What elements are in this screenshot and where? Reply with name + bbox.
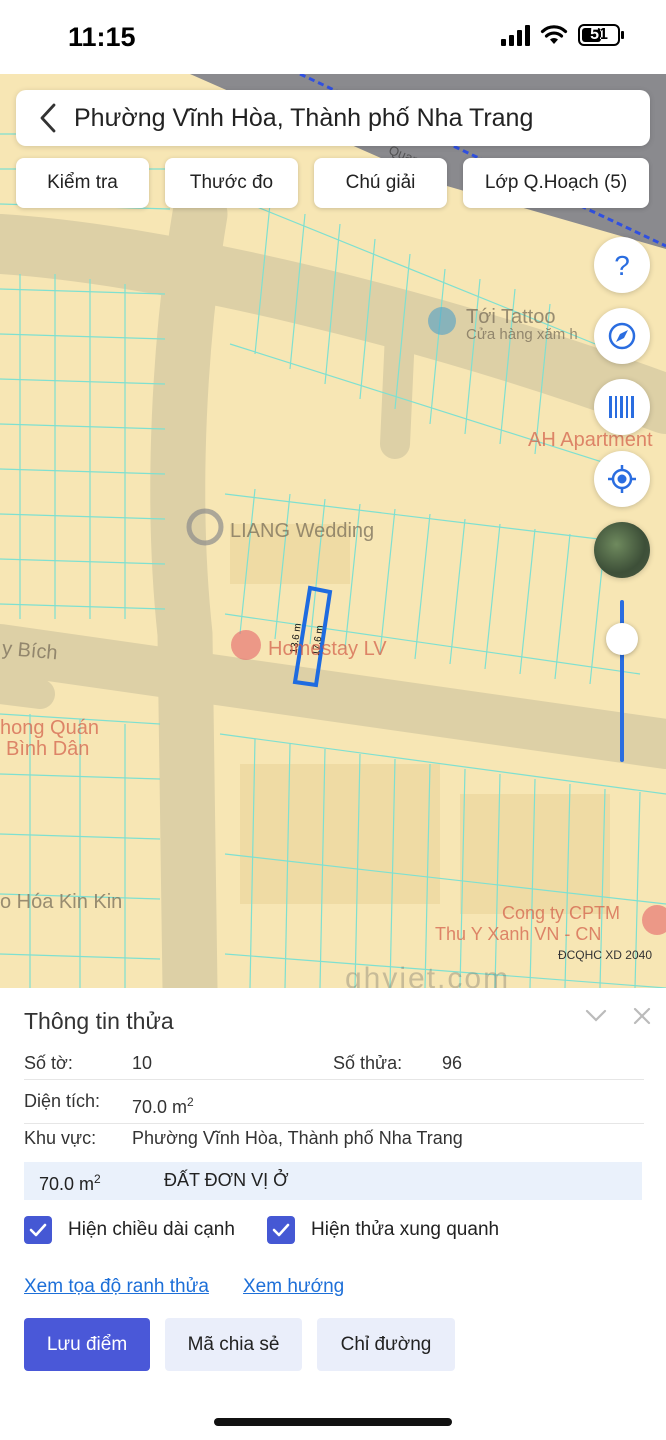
show-neighbors-toggle[interactable]: Hiện thửa xung quanh xyxy=(267,1216,499,1244)
poi-store-icon xyxy=(428,307,456,335)
page-title: Phường Vĩnh Hòa, Thành phố Nha Trang xyxy=(74,103,534,132)
divider xyxy=(24,1079,644,1080)
sheet-parcel-row: Số tờ: 10 Số thửa: 96 xyxy=(24,1053,644,1077)
directions-button[interactable]: Chỉ đường xyxy=(317,1318,455,1371)
show-edge-lengths-toggle[interactable]: Hiện chiều dài cạnh xyxy=(24,1216,235,1244)
status-time: 11:15 xyxy=(68,22,136,52)
map-label-liang: LIANG Wedding xyxy=(230,520,375,542)
compass-button[interactable] xyxy=(594,308,650,364)
sheet-label: Số tờ: xyxy=(24,1053,73,1073)
measure-button[interactable]: Thước đo xyxy=(165,158,298,208)
map-label-company-2: Thu Y Xanh VN - CN xyxy=(435,924,602,944)
chevron-left-icon xyxy=(40,103,56,133)
locate-button[interactable] xyxy=(594,451,650,507)
map-credit: ĐCQHC XD 2040 xyxy=(557,948,652,962)
help-button[interactable]: ? xyxy=(594,237,650,293)
map-label-tattoo-sub: Cửa hàng xăm h xyxy=(466,326,578,343)
land-use-type: ĐẤT ĐƠN VỊ Ở xyxy=(164,1170,289,1190)
land-use-area: 70.0 m2 xyxy=(39,1172,101,1194)
battery-level: 51 xyxy=(590,26,608,43)
region-row: Khu vực: Phường Vĩnh Hòa, Thành phố Nha … xyxy=(24,1128,644,1152)
battery-icon: 51 xyxy=(578,24,624,46)
close-button[interactable] xyxy=(628,1002,656,1030)
map-view[interactable]: 13.6 m 17.6 m Tới Tattoo Cửa hàng xăm h … xyxy=(0,74,666,988)
barcode-icon xyxy=(609,396,634,418)
back-button[interactable] xyxy=(28,90,68,146)
map-label-homestay: Homestay LV xyxy=(268,638,387,660)
planning-layers-button[interactable]: Lớp Q.Hoạch (5) xyxy=(463,158,649,208)
checkmark-icon xyxy=(29,1223,47,1237)
area-label: Diện tích: xyxy=(24,1091,101,1111)
parcel-value: 96 xyxy=(442,1053,463,1073)
check-button[interactable]: Kiểm tra xyxy=(16,158,149,208)
map-label-bich: y Bích xyxy=(1,637,59,665)
map-toolbar: Kiểm tra Thước đo Chú giải Lớp Q.Hoạch (… xyxy=(16,158,649,208)
parcel-info-panel: Thông tin thửa Số tờ: 10 Số thửa: 96 Diệ… xyxy=(0,988,666,1440)
poi-company-icon xyxy=(642,905,666,935)
map-label-quan-2: Bình Dân xyxy=(6,738,90,760)
map-label-quan-1: hong Quán xyxy=(0,717,99,739)
chevron-down-icon xyxy=(585,1009,607,1022)
map-label-kinkin: o Hóa Kin Kin xyxy=(0,891,123,913)
svg-text:?: ? xyxy=(614,250,630,280)
map-watermark: qhviet.com xyxy=(345,962,511,988)
wifi-icon xyxy=(540,25,568,44)
save-point-button[interactable]: Lưu điểm xyxy=(24,1318,150,1371)
area-row: Diện tích: 70.0 m2 xyxy=(24,1091,644,1117)
show-neighbors-label: Hiện thửa xung quanh xyxy=(311,1219,500,1240)
collapse-button[interactable] xyxy=(582,1002,610,1030)
location-header: Phường Vĩnh Hòa, Thành phố Nha Trang xyxy=(16,90,650,146)
close-icon xyxy=(633,1007,651,1025)
map-label-ah-apartment: AH Apartment xyxy=(528,429,653,451)
signal-icon xyxy=(501,24,530,46)
panel-title: Thông tin thửa xyxy=(24,1008,174,1034)
compass-icon xyxy=(608,322,636,350)
home-indicator[interactable] xyxy=(214,1418,452,1426)
view-direction-link[interactable]: Xem hướng xyxy=(243,1276,344,1298)
barcode-button[interactable] xyxy=(594,379,650,435)
view-coordinates-link[interactable]: Xem tọa độ ranh thửa xyxy=(24,1276,209,1298)
land-use-row: 70.0 m2 ĐẤT ĐƠN VỊ Ở xyxy=(24,1162,642,1200)
show-edge-lengths-label: Hiện chiều dài cạnh xyxy=(68,1219,235,1240)
share-code-button[interactable]: Mã chia sẻ xyxy=(165,1318,302,1371)
checkmark-icon xyxy=(272,1223,290,1237)
region-label: Khu vực: xyxy=(24,1128,97,1148)
status-icons: 51 xyxy=(501,24,624,46)
map-label-company-1: Cong ty CPTM xyxy=(502,903,621,923)
area-value: 70.0 m2 xyxy=(132,1095,194,1117)
status-bar: 11:15 51 xyxy=(0,0,666,74)
checkbox-checked[interactable] xyxy=(267,1216,295,1244)
zoom-slider-handle[interactable] xyxy=(606,623,638,655)
checkbox-checked[interactable] xyxy=(24,1216,52,1244)
crosshair-icon xyxy=(608,465,636,493)
sheet-value: 10 xyxy=(132,1053,153,1073)
parcel-label: Số thửa: xyxy=(333,1053,403,1073)
legend-button[interactable]: Chú giải xyxy=(314,158,447,208)
question-icon: ? xyxy=(614,250,630,280)
region-value: Phường Vĩnh Hòa, Thành phố Nha Trang xyxy=(132,1128,463,1148)
satellite-toggle[interactable] xyxy=(594,522,650,578)
poi-hotel-icon xyxy=(231,630,261,660)
divider xyxy=(24,1123,644,1124)
